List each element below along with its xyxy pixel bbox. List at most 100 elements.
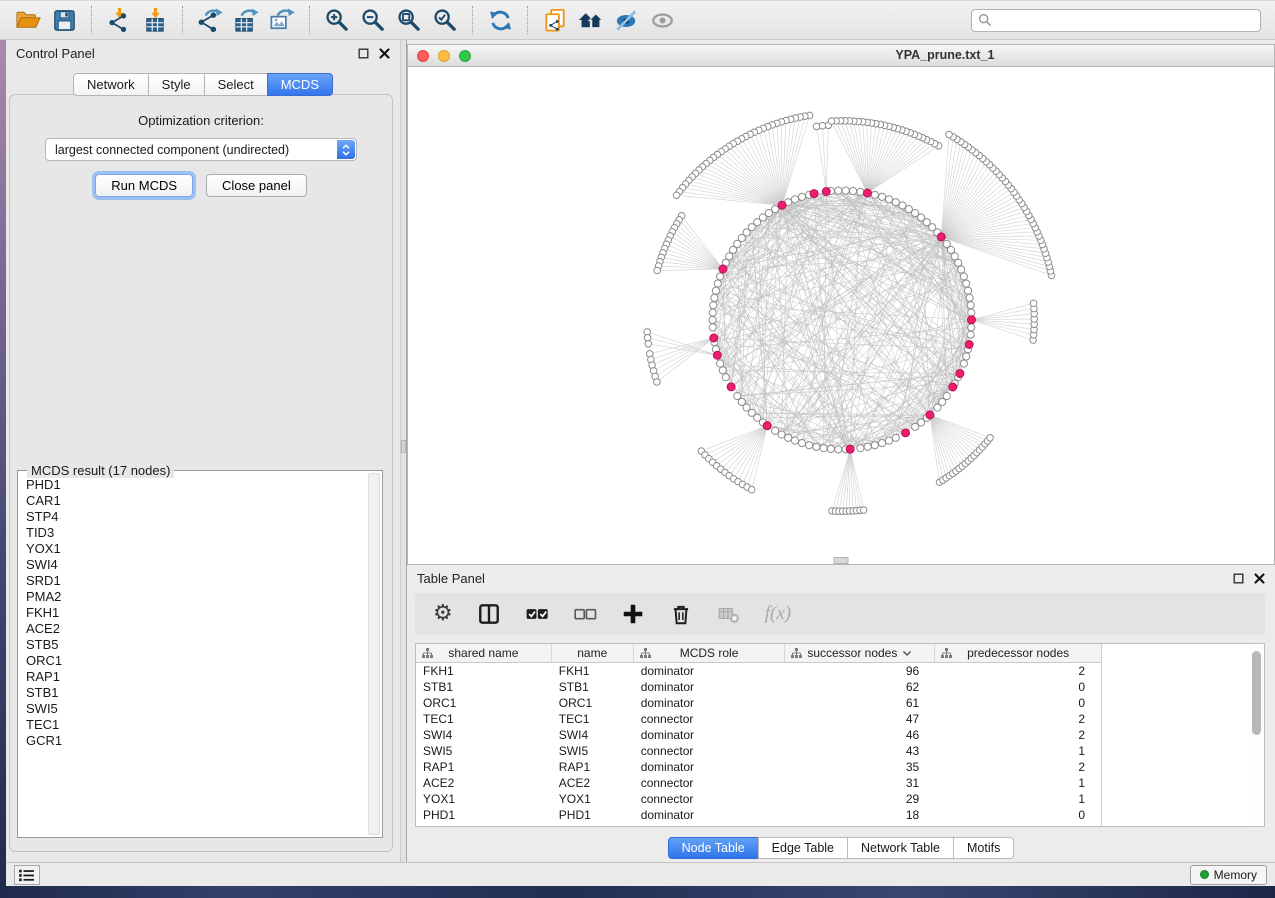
list-item[interactable]: ACE2 (26, 621, 366, 637)
panel-divider[interactable] (400, 40, 407, 862)
zoom-fit-button[interactable] (391, 4, 427, 36)
add-row-button[interactable] (621, 599, 645, 629)
table-row[interactable]: SWI5SWI5connector431 (416, 743, 1101, 759)
table-row[interactable]: PHD1PHD1dominator180 (416, 807, 1101, 823)
tab-select[interactable]: Select (204, 73, 268, 96)
table-row[interactable]: TEC1TEC1connector472 (416, 711, 1101, 727)
cell-predecessor_nodes: 2 (935, 760, 1101, 774)
list-item[interactable]: SRD1 (26, 573, 366, 589)
list-scrollbar[interactable] (368, 473, 380, 835)
show-all-button[interactable] (645, 4, 681, 36)
select-all-button[interactable] (525, 599, 549, 629)
list-item[interactable]: CAR1 (26, 493, 366, 509)
cell-predecessor_nodes: 0 (935, 696, 1101, 710)
table-row[interactable]: ACE2ACE2connector311 (416, 775, 1101, 791)
refresh-view-icon (487, 7, 514, 34)
list-item[interactable]: SWI4 (26, 557, 366, 573)
zoom-selected-button[interactable] (427, 4, 463, 36)
tab-motifs[interactable]: Motifs (953, 837, 1014, 859)
application-window: Control Panel NetworkStyleSelectMCDS Opt… (0, 0, 1275, 898)
settings-button[interactable]: ⚙ (433, 599, 453, 629)
import-network-button[interactable] (101, 4, 137, 36)
export-image-button[interactable] (264, 4, 300, 36)
table-row[interactable]: RAP1RAP1dominator352 (416, 759, 1101, 775)
column-header-predecessor_nodes[interactable]: predecessor nodes (935, 644, 1101, 662)
memory-button[interactable]: Memory (1190, 865, 1267, 885)
zoom-in-button[interactable] (319, 4, 355, 36)
export-table-icon (233, 7, 260, 34)
run-mcds-button[interactable]: Run MCDS (95, 174, 193, 197)
close-panel-icon[interactable] (1254, 573, 1265, 584)
list-item[interactable]: ORC1 (26, 653, 366, 669)
export-network-button[interactable] (192, 4, 228, 36)
duplicate-network-button[interactable] (537, 4, 573, 36)
divider-handle[interactable] (401, 440, 406, 453)
save-session-icon (51, 7, 78, 34)
save-session-button[interactable] (46, 4, 82, 36)
list-item[interactable]: GCR1 (26, 733, 366, 749)
cell-mcds_role: dominator (634, 696, 786, 710)
list-item[interactable]: STB1 (26, 685, 366, 701)
delete-table-button (717, 599, 741, 629)
table-scrollbar[interactable] (1250, 645, 1263, 825)
column-header-shared_name[interactable]: shared name (416, 644, 552, 662)
list-item[interactable]: STB5 (26, 637, 366, 653)
tab-style[interactable]: Style (148, 73, 205, 96)
cell-mcds_role: connector (634, 712, 786, 726)
scrollbar-thumb[interactable] (1252, 651, 1261, 735)
tab-mcds[interactable]: MCDS (267, 73, 333, 96)
network-view-frame: YPA_prune.txt_1 (407, 44, 1275, 565)
maximize-window-icon[interactable] (459, 50, 471, 62)
close-window-icon[interactable] (417, 50, 429, 62)
refresh-view-button[interactable] (482, 4, 518, 36)
delete-row-button[interactable] (669, 599, 693, 629)
list-item[interactable]: RAP1 (26, 669, 366, 685)
table-row[interactable]: SWI4SWI4dominator462 (416, 727, 1101, 743)
list-item[interactable]: PHD1 (26, 477, 366, 493)
list-item[interactable]: TEC1 (26, 717, 366, 733)
list-item[interactable]: TID3 (26, 525, 366, 541)
minimize-window-icon[interactable] (438, 50, 450, 62)
list-item[interactable]: FKH1 (26, 605, 366, 621)
cell-mcds_role: dominator (634, 680, 786, 694)
first-neighbors-button[interactable] (573, 4, 609, 36)
open-file-button[interactable] (10, 4, 46, 36)
panel-title: Table Panel (417, 571, 485, 586)
network-canvas[interactable] (408, 67, 1274, 564)
optimization-criterion-label: Optimization criterion: (10, 113, 392, 128)
export-table-button[interactable] (228, 4, 264, 36)
column-header-mcds_role[interactable]: MCDS role (634, 644, 786, 662)
close-panel-icon[interactable] (379, 48, 390, 59)
list-item[interactable]: YOX1 (26, 541, 366, 557)
float-panel-icon[interactable] (358, 48, 369, 59)
list-item[interactable]: SWI5 (26, 701, 366, 717)
tab-network-table[interactable]: Network Table (847, 837, 954, 859)
table-row[interactable]: FKH1FKH1dominator962 (416, 663, 1101, 679)
deselect-all-button[interactable] (573, 599, 597, 629)
zoom-out-icon (360, 7, 387, 34)
mcds-result-title: MCDS result (17 nodes) (27, 463, 174, 478)
table-row[interactable]: STB1STB1dominator620 (416, 679, 1101, 695)
table-row[interactable]: YOX1YOX1connector291 (416, 791, 1101, 807)
list-item[interactable]: STP4 (26, 509, 366, 525)
cell-shared_name: SWI4 (416, 728, 552, 742)
tab-network[interactable]: Network (73, 73, 149, 96)
search-input[interactable] (997, 11, 1254, 30)
column-header-successor_nodes[interactable]: successor nodes (785, 644, 935, 662)
close-panel-button[interactable]: Close panel (206, 174, 307, 197)
cell-predecessor_nodes: 1 (935, 744, 1101, 758)
zoom-out-button[interactable] (355, 4, 391, 36)
column-header-name[interactable]: name (552, 644, 634, 662)
float-panel-icon[interactable] (1233, 573, 1244, 584)
split-handle[interactable] (834, 557, 849, 564)
criterion-select[interactable]: largest connected component (undirected) (45, 138, 357, 161)
table-row[interactable]: ORC1ORC1dominator610 (416, 695, 1101, 711)
hide-selected-button[interactable] (609, 4, 645, 36)
import-table-button[interactable] (137, 4, 173, 36)
show-columns-button[interactable] (477, 599, 501, 629)
list-item[interactable]: PMA2 (26, 589, 366, 605)
table-toolbar: ⚙f(x) (415, 593, 1265, 635)
tab-node-table[interactable]: Node Table (668, 837, 759, 859)
tab-edge-table[interactable]: Edge Table (758, 837, 848, 859)
task-history-button[interactable] (14, 865, 40, 885)
